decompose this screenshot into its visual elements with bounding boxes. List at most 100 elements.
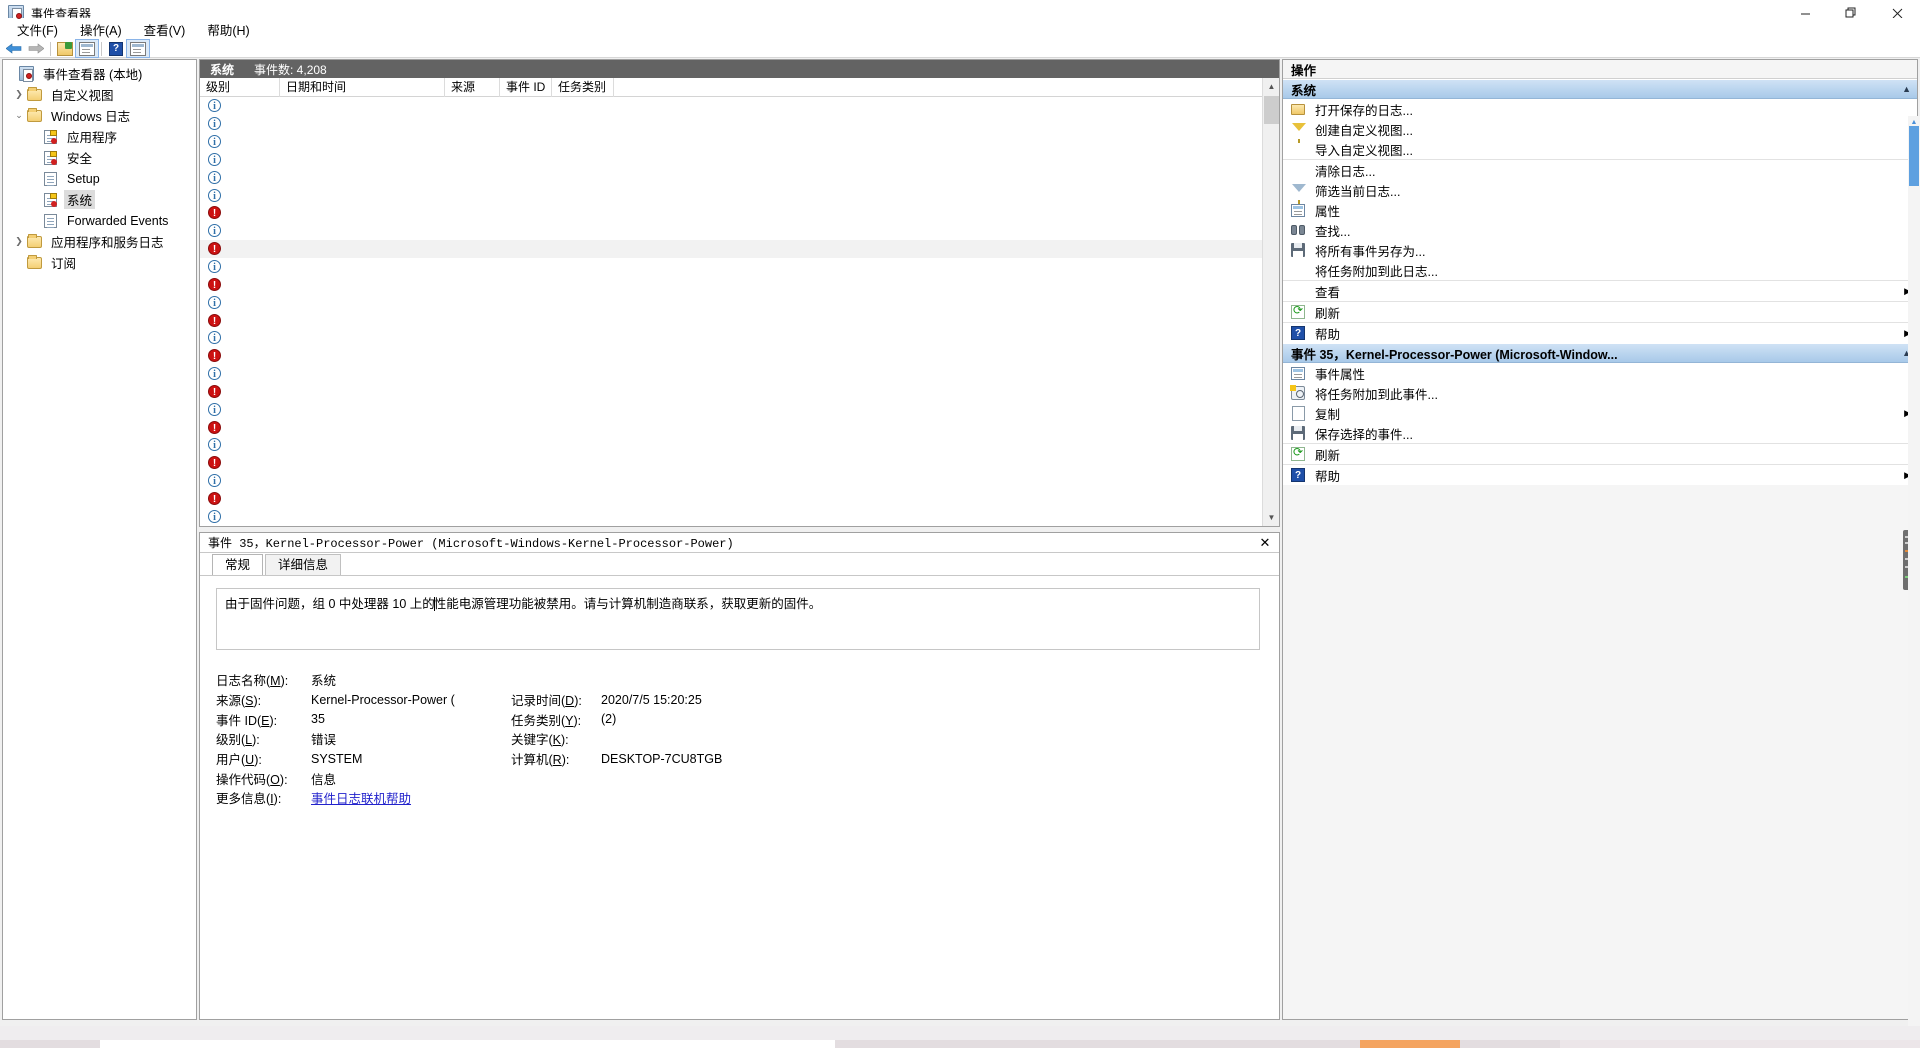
scroll-down-arrow-icon[interactable]: ▼ xyxy=(1263,509,1279,526)
show-hide-action-pane-icon[interactable] xyxy=(126,39,150,58)
actions-group-header[interactable]: 事件 35，Kernel-Processor-Power (Microsoft-… xyxy=(1283,343,1917,363)
action-item[interactable]: 清除日志... xyxy=(1283,160,1917,180)
action-item[interactable]: ?帮助▶ xyxy=(1283,465,1917,485)
properties-icon[interactable] xyxy=(75,39,99,58)
help-icon[interactable]: ? xyxy=(105,40,127,57)
tree-item-event-viewer-root[interactable]: 事件查看器 (本地) xyxy=(3,63,196,84)
table-row[interactable] xyxy=(200,186,1279,204)
cell-task-category xyxy=(552,472,614,489)
tree-item-security[interactable]: 安全 xyxy=(3,147,196,168)
scrollbar-thumb[interactable] xyxy=(1264,96,1279,124)
tree-item-forwarded-events[interactable]: Forwarded Events xyxy=(3,210,196,231)
table-row[interactable] xyxy=(200,454,1279,472)
table-row[interactable] xyxy=(200,347,1279,365)
table-row[interactable] xyxy=(200,472,1279,490)
table-row[interactable] xyxy=(200,400,1279,418)
window-scrollbar-thumb[interactable] xyxy=(1909,126,1919,186)
chevron-right-icon[interactable]: ❯ xyxy=(11,234,27,250)
information-icon xyxy=(208,152,221,168)
collapse-icon[interactable]: ▲ xyxy=(1902,84,1911,94)
desktop-taskbar xyxy=(0,1026,1920,1048)
cell-date xyxy=(280,436,445,453)
table-row[interactable] xyxy=(200,239,1279,258)
tree-item-applications-and-services-logs[interactable]: ❯ 应用程序和服务日志 xyxy=(3,231,196,252)
actions-group-header[interactable]: 系统 ▲ xyxy=(1283,79,1917,99)
action-item[interactable]: 刷新 xyxy=(1283,444,1917,464)
event-rows[interactable] xyxy=(200,97,1279,526)
action-item[interactable]: 复制▶ xyxy=(1283,403,1917,423)
tree-item-custom-views[interactable]: ❯ 自定义视图 xyxy=(3,84,196,105)
event-log-online-help-link[interactable]: 事件日志联机帮助 xyxy=(311,788,411,807)
event-description[interactable]: 由于固件问题，组 0 中处理器 10 上的性能电源管理功能被禁用。请与计算机制造… xyxy=(216,588,1260,650)
menu-file[interactable]: 文件(F) xyxy=(6,18,69,41)
action-item[interactable]: 保存选择的事件... xyxy=(1283,423,1917,443)
column-header-source[interactable]: 来源 xyxy=(445,77,500,97)
tree-item-windows-logs[interactable]: ⌄ Windows 日志 xyxy=(3,105,196,126)
level-value: 错误 xyxy=(311,733,337,748)
event-list-scrollbar[interactable]: ▲ ▼ xyxy=(1262,78,1279,526)
window-scrollbar[interactable]: ▲ ▼ xyxy=(1908,116,1920,1048)
action-item[interactable]: ?帮助▶ xyxy=(1283,323,1917,343)
tab-details[interactable]: 详细信息 xyxy=(265,554,342,575)
table-row[interactable] xyxy=(200,204,1279,222)
table-row[interactable] xyxy=(200,275,1279,293)
table-row[interactable] xyxy=(200,151,1279,169)
chevron-down-icon[interactable]: ⌄ xyxy=(11,108,27,124)
tree-item-setup[interactable]: Setup xyxy=(3,168,196,189)
information-icon xyxy=(208,473,221,489)
tab-general[interactable]: 常规 xyxy=(212,554,264,575)
chevron-right-icon[interactable]: ❯ xyxy=(11,87,27,103)
menu-action[interactable]: 操作(A) xyxy=(69,18,133,41)
action-item[interactable]: 创建自定义视图... xyxy=(1283,119,1917,143)
column-header-level[interactable]: 级别 xyxy=(200,77,280,97)
action-item[interactable]: 筛选当前日志... xyxy=(1283,180,1917,204)
action-item[interactable]: 将任务附加到此事件... xyxy=(1283,383,1917,403)
menu-help[interactable]: 帮助(H) xyxy=(196,18,260,41)
table-row[interactable] xyxy=(200,507,1279,525)
action-item[interactable]: 将任务附加到此日志... xyxy=(1283,260,1917,280)
action-item[interactable]: 查看▶ xyxy=(1283,281,1917,301)
table-row[interactable] xyxy=(200,383,1279,401)
tree-item-system[interactable]: 系统 xyxy=(3,189,196,210)
taskbar-accent-item[interactable] xyxy=(1360,1040,1460,1048)
scroll-up-arrow-icon[interactable]: ▲ xyxy=(1263,78,1279,95)
action-item[interactable]: 查找... xyxy=(1283,220,1917,240)
tree-item-label: 应用程序 xyxy=(67,131,118,145)
table-row[interactable] xyxy=(200,329,1279,347)
back-icon[interactable] xyxy=(3,40,25,57)
table-row[interactable] xyxy=(200,418,1279,436)
table-row[interactable] xyxy=(200,133,1279,151)
action-item[interactable]: 导入自定义视图... xyxy=(1283,139,1917,159)
close-icon[interactable]: ✕ xyxy=(1254,534,1276,552)
navigation-tree[interactable]: 事件查看器 (本地) ❯ 自定义视图 ⌄ Windows 日志 应用程序 安全 xyxy=(2,59,197,1020)
tree-item-subscriptions[interactable]: 订阅 xyxy=(3,252,196,273)
table-row[interactable] xyxy=(200,525,1279,526)
tree-item-application[interactable]: 应用程序 xyxy=(3,126,196,147)
table-row[interactable] xyxy=(200,115,1279,133)
table-row[interactable] xyxy=(200,168,1279,186)
table-row[interactable] xyxy=(200,222,1279,240)
action-item[interactable]: 刷新 xyxy=(1283,302,1917,322)
menu-view[interactable]: 查看(V) xyxy=(133,18,197,41)
action-item[interactable]: 属性 xyxy=(1283,200,1917,220)
table-row[interactable] xyxy=(200,97,1279,115)
action-item[interactable]: 事件属性 xyxy=(1283,363,1917,383)
column-header-date[interactable]: 日期和时间 xyxy=(280,77,445,97)
action-item[interactable]: 打开保存的日志... xyxy=(1283,99,1917,119)
meta-row-event-id: 事件 ID(E): 35 任务类别(Y): (2) xyxy=(216,709,1263,729)
table-row[interactable] xyxy=(200,258,1279,276)
table-row[interactable] xyxy=(200,293,1279,311)
opcode-value: 信息 xyxy=(311,772,337,787)
forward-icon[interactable] xyxy=(25,40,47,57)
table-row[interactable] xyxy=(200,436,1279,454)
attach-task-icon xyxy=(1290,385,1307,401)
taskbar-window-item[interactable] xyxy=(100,1040,835,1048)
cell-event-id xyxy=(500,329,552,346)
table-row[interactable] xyxy=(200,490,1279,508)
table-row[interactable] xyxy=(200,365,1279,383)
column-header-event-id[interactable]: 事件 ID xyxy=(500,77,552,97)
table-row[interactable] xyxy=(200,311,1279,329)
column-header-task-category[interactable]: 任务类别 xyxy=(552,77,614,97)
action-item[interactable]: 将所有事件另存为... xyxy=(1283,240,1917,260)
show-hide-tree-icon[interactable] xyxy=(54,40,76,57)
